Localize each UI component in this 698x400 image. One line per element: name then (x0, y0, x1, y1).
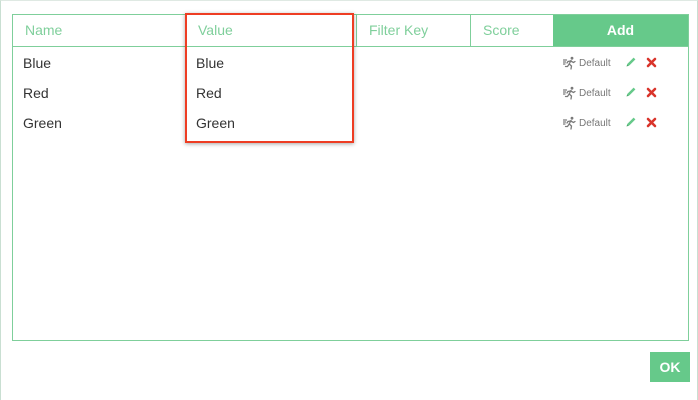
default-label: Default (579, 57, 611, 69)
table-row: Blue Blue Default (13, 48, 688, 78)
table-header: Name Value Filter Key Score Add (13, 15, 688, 47)
options-table: Name Value Filter Key Score Add Blue Blu… (12, 14, 689, 341)
column-header-score: Score (483, 22, 520, 38)
add-button[interactable]: Add (553, 15, 688, 46)
set-default-button[interactable]: Default (563, 56, 611, 70)
default-label: Default (579, 117, 611, 129)
row-actions: Default (563, 78, 657, 108)
running-person-icon (563, 56, 576, 70)
row-value: Red (196, 85, 222, 101)
close-icon[interactable] (646, 55, 657, 71)
column-header-value: Value (186, 15, 357, 46)
column-header-filter-key: Filter Key (357, 15, 471, 46)
row-actions: Default (563, 108, 657, 138)
row-actions: Default (563, 48, 657, 78)
row-name: Red (23, 85, 49, 101)
pencil-icon[interactable] (625, 115, 637, 131)
close-icon[interactable] (646, 85, 657, 101)
ok-button[interactable]: OK (650, 352, 690, 382)
row-name: Blue (23, 55, 52, 71)
default-label: Default (579, 87, 611, 99)
column-header-name: Name (13, 15, 186, 46)
row-value: Blue (196, 55, 225, 71)
dialog-frame: Name Value Filter Key Score Add Blue Blu… (0, 0, 698, 400)
row-value: Green (196, 115, 235, 131)
table-row: Green Green Default (13, 108, 688, 138)
pencil-icon[interactable] (625, 85, 637, 101)
table-row: Red Red Default (13, 78, 688, 108)
pencil-icon[interactable] (625, 55, 637, 71)
running-person-icon (563, 86, 576, 100)
set-default-button[interactable]: Default (563, 86, 611, 100)
running-person-icon (563, 116, 576, 130)
row-name: Green (23, 115, 62, 131)
set-default-button[interactable]: Default (563, 116, 611, 130)
close-icon[interactable] (646, 115, 657, 131)
